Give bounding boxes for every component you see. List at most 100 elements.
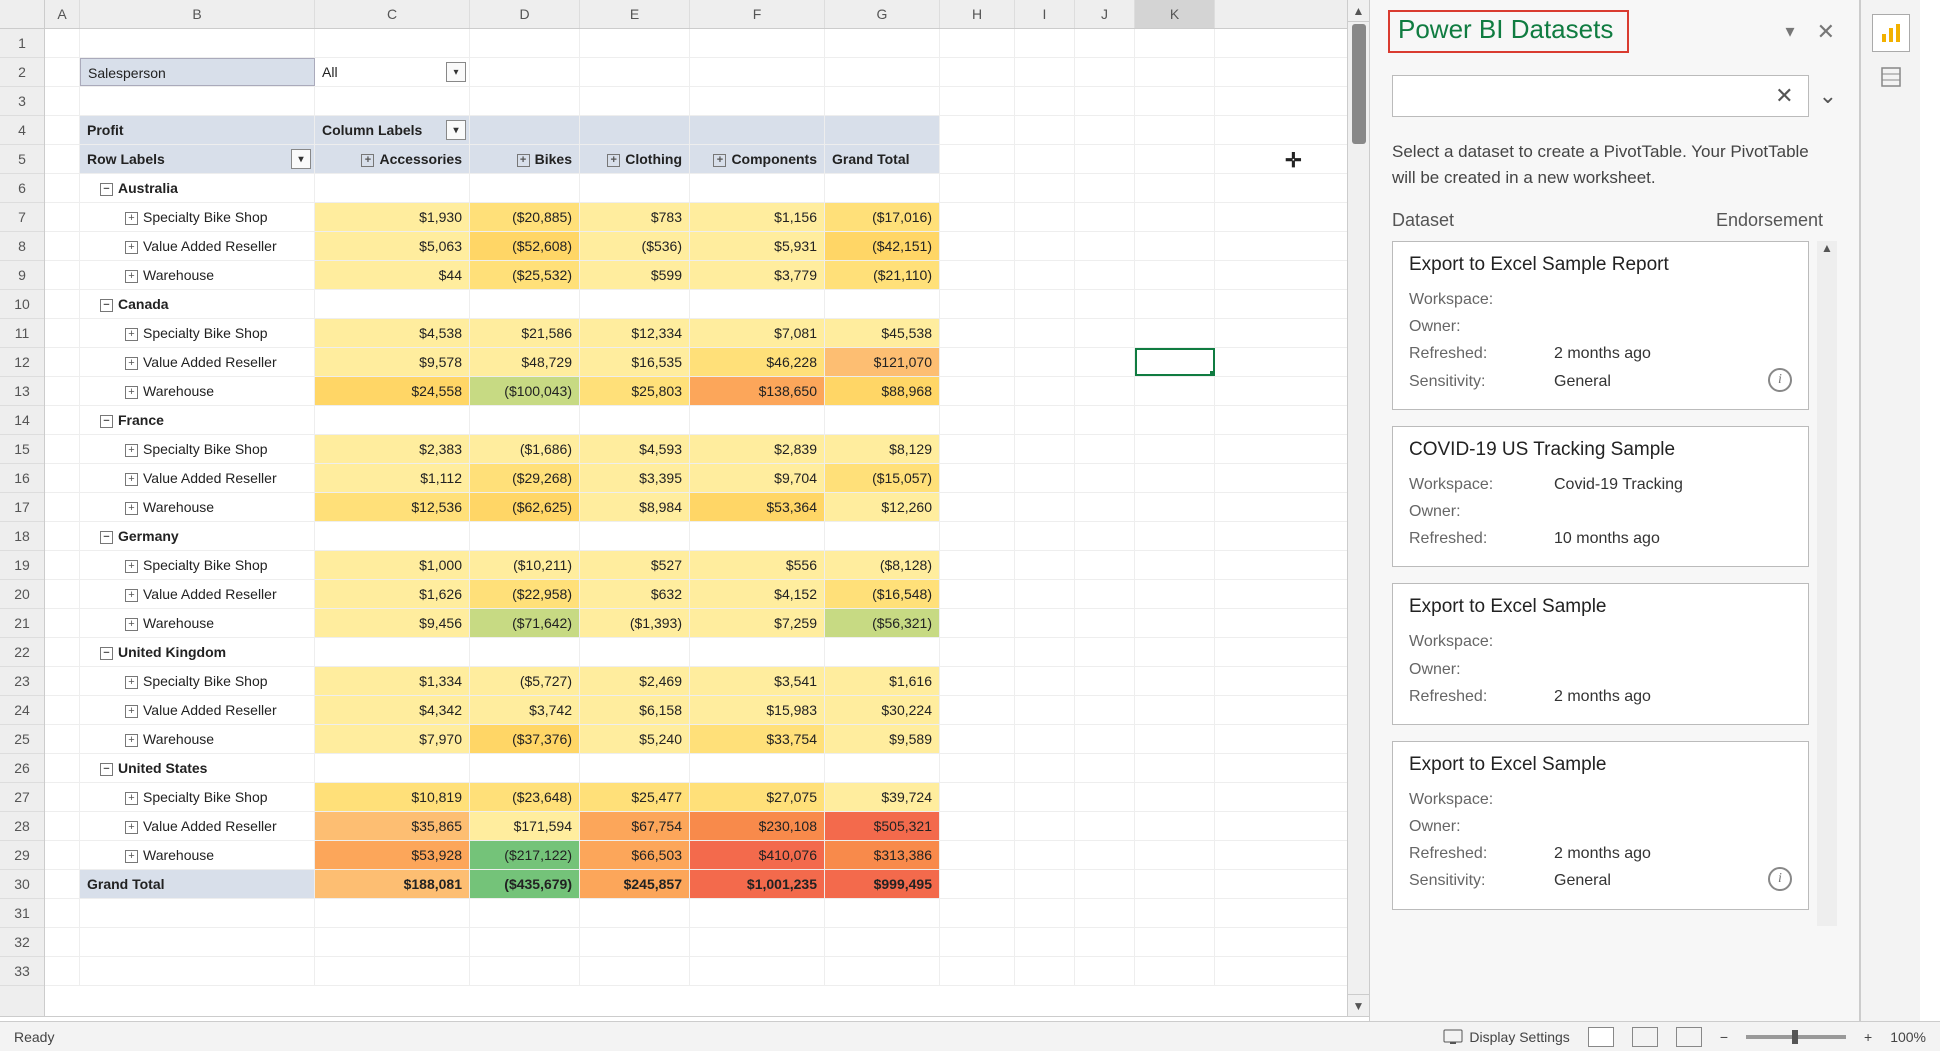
cell-I4[interactable] <box>1015 116 1075 144</box>
cell-I22[interactable] <box>1015 638 1075 666</box>
filter-dropdown-icon[interactable]: ▾ <box>446 62 466 82</box>
cell-K28[interactable] <box>1135 812 1215 840</box>
cell-H24[interactable] <box>940 696 1015 724</box>
cell-G22[interactable] <box>825 638 940 666</box>
cell-I9[interactable] <box>1015 261 1075 289</box>
cell-I17[interactable] <box>1015 493 1075 521</box>
cell-C17[interactable]: $12,536 <box>315 493 470 521</box>
cell-A22[interactable] <box>45 638 80 666</box>
column-header-F[interactable]: F <box>690 0 825 28</box>
expand-icon[interactable]: + <box>713 154 726 167</box>
cell-H25[interactable] <box>940 725 1015 753</box>
row-header-9[interactable]: 9 <box>0 261 44 290</box>
cell-C12[interactable]: $9,578 <box>315 348 470 376</box>
cell-J20[interactable] <box>1075 580 1135 608</box>
cell-B8[interactable]: +Value Added Reseller <box>80 232 315 260</box>
row-header-19[interactable]: 19 <box>0 551 44 580</box>
cell-D14[interactable] <box>470 406 580 434</box>
zoom-slider[interactable] <box>1746 1035 1846 1039</box>
cell-J3[interactable] <box>1075 87 1135 115</box>
cell-K30[interactable] <box>1135 870 1215 898</box>
cell-J24[interactable] <box>1075 696 1135 724</box>
cell-D26[interactable] <box>470 754 580 782</box>
cell-C7[interactable]: $1,930 <box>315 203 470 231</box>
cell-F8[interactable]: $5,931 <box>690 232 825 260</box>
zoom-in-button[interactable]: + <box>1864 1029 1872 1045</box>
cell-E27[interactable]: $25,477 <box>580 783 690 811</box>
expand-icon[interactable]: + <box>607 154 620 167</box>
view-page-break-button[interactable] <box>1676 1027 1702 1047</box>
cell-I3[interactable] <box>1015 87 1075 115</box>
cell-K9[interactable] <box>1135 261 1215 289</box>
pane-close-icon[interactable]: ✕ <box>1811 19 1841 45</box>
row-header-27[interactable]: 27 <box>0 783 44 812</box>
cell-F12[interactable]: $46,228 <box>690 348 825 376</box>
cell-G31[interactable] <box>825 899 940 927</box>
cell-H7[interactable] <box>940 203 1015 231</box>
cell-K18[interactable] <box>1135 522 1215 550</box>
cell-A15[interactable] <box>45 435 80 463</box>
cell-H6[interactable] <box>940 174 1015 202</box>
cell-H13[interactable] <box>940 377 1015 405</box>
dataset-search-input[interactable]: ✕ <box>1392 75 1809 117</box>
cell-A5[interactable] <box>45 145 80 173</box>
cell-C16[interactable]: $1,112 <box>315 464 470 492</box>
cell-J30[interactable] <box>1075 870 1135 898</box>
cell-C6[interactable] <box>315 174 470 202</box>
cell-H14[interactable] <box>940 406 1015 434</box>
expand-icon[interactable]: + <box>125 241 138 254</box>
cell-G16[interactable]: ($15,057) <box>825 464 940 492</box>
cell-F15[interactable]: $2,839 <box>690 435 825 463</box>
cell-I28[interactable] <box>1015 812 1075 840</box>
cell-B7[interactable]: +Specialty Bike Shop <box>80 203 315 231</box>
cell-B30[interactable]: Grand Total <box>80 870 315 898</box>
expand-icon[interactable]: + <box>125 676 138 689</box>
cell-J25[interactable] <box>1075 725 1135 753</box>
cell-I27[interactable] <box>1015 783 1075 811</box>
cell-J18[interactable] <box>1075 522 1135 550</box>
cell-D32[interactable] <box>470 928 580 956</box>
row-header-1[interactable]: 1 <box>0 29 44 58</box>
cell-D29[interactable]: ($217,122) <box>470 841 580 869</box>
cell-F10[interactable] <box>690 290 825 318</box>
cell-B28[interactable]: +Value Added Reseller <box>80 812 315 840</box>
cell-G23[interactable]: $1,616 <box>825 667 940 695</box>
cell-F29[interactable]: $410,076 <box>690 841 825 869</box>
cell-J28[interactable] <box>1075 812 1135 840</box>
cell-F9[interactable]: $3,779 <box>690 261 825 289</box>
cell-K2[interactable] <box>1135 58 1215 86</box>
cell-J2[interactable] <box>1075 58 1135 86</box>
cell-J6[interactable] <box>1075 174 1135 202</box>
cell-A12[interactable] <box>45 348 80 376</box>
expand-icon[interactable]: + <box>125 705 138 718</box>
cell-G19[interactable]: ($8,128) <box>825 551 940 579</box>
cell-A24[interactable] <box>45 696 80 724</box>
cell-J33[interactable] <box>1075 957 1135 985</box>
expand-icon[interactable]: + <box>125 270 138 283</box>
cell-B21[interactable]: +Warehouse <box>80 609 315 637</box>
cell-D22[interactable] <box>470 638 580 666</box>
cell-K20[interactable] <box>1135 580 1215 608</box>
column-header-H[interactable]: H <box>940 0 1015 28</box>
cell-E10[interactable] <box>580 290 690 318</box>
cell-I13[interactable] <box>1015 377 1075 405</box>
cell-H12[interactable] <box>940 348 1015 376</box>
cell-F3[interactable] <box>690 87 825 115</box>
cell-F26[interactable] <box>690 754 825 782</box>
cell-D12[interactable]: $48,729 <box>470 348 580 376</box>
cell-F33[interactable] <box>690 957 825 985</box>
cell-G21[interactable]: ($56,321) <box>825 609 940 637</box>
row-header-7[interactable]: 7 <box>0 203 44 232</box>
cell-B18[interactable]: −Germany <box>80 522 315 550</box>
cell-C26[interactable] <box>315 754 470 782</box>
cell-I20[interactable] <box>1015 580 1075 608</box>
expand-icon[interactable]: + <box>125 212 138 225</box>
cell-H28[interactable] <box>940 812 1015 840</box>
row-header-5[interactable]: 5 <box>0 145 44 174</box>
cell-H19[interactable] <box>940 551 1015 579</box>
cell-J10[interactable] <box>1075 290 1135 318</box>
cell-D11[interactable]: $21,586 <box>470 319 580 347</box>
cell-J15[interactable] <box>1075 435 1135 463</box>
cell-K10[interactable] <box>1135 290 1215 318</box>
cell-A11[interactable] <box>45 319 80 347</box>
